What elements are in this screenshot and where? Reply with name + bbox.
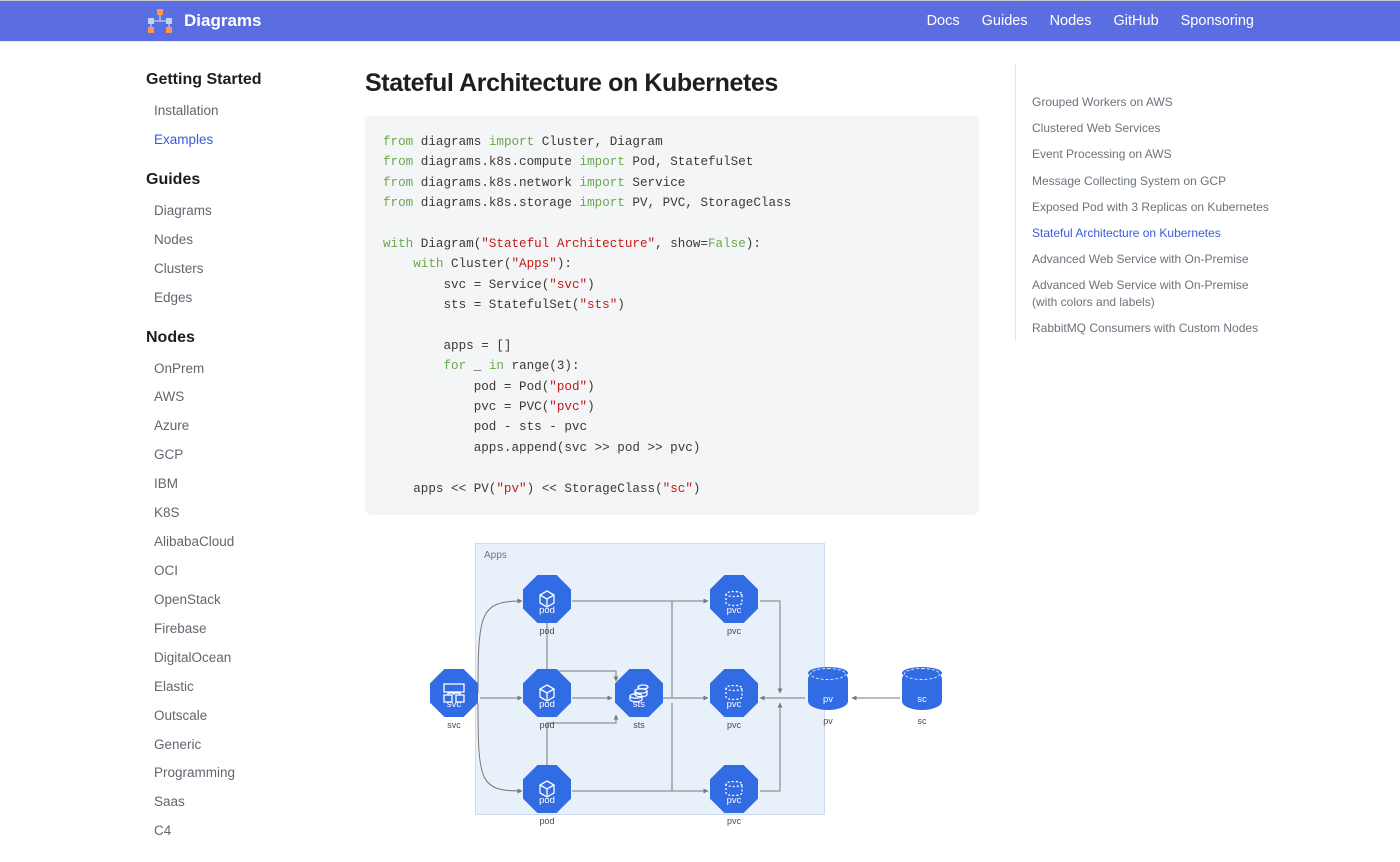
toc-item[interactable]: Advanced Web Service with On-Premise (wi… [1032, 272, 1270, 314]
sidebar-left: Getting Started InstallationExamples Guide… [130, 41, 365, 862]
sidebar-item-onprem[interactable]: OnPrem [146, 355, 353, 384]
toc-item[interactable]: Stateful Architecture on Kubernetes [1032, 220, 1270, 246]
sidebar-item-oci[interactable]: OCI [146, 557, 353, 586]
pod-icon [523, 765, 571, 813]
pvc-icon [710, 669, 758, 717]
page-title: Stateful Architecture on Kubernetes [365, 69, 979, 98]
nav-link-nodes[interactable]: Nodes [1050, 13, 1092, 29]
toc-item[interactable]: Message Collecting System on GCP [1032, 168, 1270, 194]
nav-right: Docs Guides Nodes GitHub Sponsoring [927, 13, 1254, 29]
pod-icon [523, 669, 571, 717]
brand[interactable]: Diagrams [146, 7, 261, 35]
node-pvc-1: pvc pvc [710, 575, 758, 636]
sidebar-heading: Nodes [146, 329, 353, 347]
toc-item[interactable]: Event Processing on AWS [1032, 141, 1270, 167]
sts-icon [615, 669, 663, 717]
nav-link-docs[interactable]: Docs [927, 13, 960, 29]
toc-item[interactable]: Grouped Workers on AWS [1032, 89, 1270, 115]
node-sts: sts sts [615, 669, 663, 730]
node-pod-1: pod pod [523, 575, 571, 636]
sidebar-item-saas[interactable]: Saas [146, 788, 353, 817]
sidebar-item-programming[interactable]: Programming [146, 759, 353, 788]
nav-link-sponsoring[interactable]: Sponsoring [1181, 13, 1254, 29]
logo-icon [146, 7, 174, 35]
node-pod-2: pod pod [523, 669, 571, 730]
pvc-icon [710, 765, 758, 813]
sc-icon [902, 670, 942, 710]
sidebar-item-aws[interactable]: AWS [146, 383, 353, 412]
node-svc: svc svc [430, 669, 478, 730]
toc-item[interactable]: Advanced Web Service with On-Premise [1032, 246, 1270, 272]
main-content: Stateful Architecture on Kubernetes from… [365, 41, 1015, 862]
node-pvc-3: pvc pvc [710, 765, 758, 826]
sidebar-item-openstack[interactable]: OpenStack [146, 586, 353, 615]
brand-text: Diagrams [184, 11, 261, 31]
sidebar-item-digitalocean[interactable]: DigitalOcean [146, 644, 353, 673]
diagram: Apps [420, 543, 960, 815]
sidebar-item-examples[interactable]: Examples [146, 126, 353, 155]
sidebar-item-outscale[interactable]: Outscale [146, 702, 353, 731]
toc-item[interactable]: Exposed Pod with 3 Replicas on Kubernete… [1032, 194, 1270, 220]
svc-icon [430, 669, 478, 717]
pvc-icon [710, 575, 758, 623]
toc-item[interactable]: RabbitMQ Consumers with Custom Nodes [1032, 315, 1270, 341]
node-pod-3: pod pod [523, 765, 571, 826]
nav-link-guides[interactable]: Guides [982, 13, 1028, 29]
sidebar-item-edges[interactable]: Edges [146, 284, 353, 313]
cluster-label: Apps [484, 550, 507, 561]
node-pv: pv pv [808, 670, 848, 726]
sidebar-item-firebase[interactable]: Firebase [146, 615, 353, 644]
sidebar-item-elastic[interactable]: Elastic [146, 673, 353, 702]
sidebar-heading: Getting Started [146, 71, 353, 89]
navbar: Diagrams Docs Guides Nodes GitHub Sponsoring [0, 1, 1400, 41]
sidebar-item-installation[interactable]: Installation [146, 97, 353, 126]
sidebar-item-clusters[interactable]: Clusters [146, 255, 353, 284]
toc: Grouped Workers on AWSClustered Web Serv… [1015, 65, 1270, 341]
node-sc: sc sc [902, 670, 942, 726]
nav-link-github[interactable]: GitHub [1114, 13, 1159, 29]
sidebar-item-generic[interactable]: Generic [146, 731, 353, 760]
node-pvc-2: pvc pvc [710, 669, 758, 730]
sidebar-item-k8s[interactable]: K8S [146, 499, 353, 528]
sidebar-item-nodes[interactable]: Nodes [146, 226, 353, 255]
pod-icon [523, 575, 571, 623]
pv-icon [808, 670, 848, 710]
sidebar-item-gcp[interactable]: GCP [146, 441, 353, 470]
sidebar-item-ibm[interactable]: IBM [146, 470, 353, 499]
sidebar-item-alibabacloud[interactable]: AlibabaCloud [146, 528, 353, 557]
sidebar-item-diagrams[interactable]: Diagrams [146, 197, 353, 226]
sidebar-item-azure[interactable]: Azure [146, 412, 353, 441]
code-block: from diagrams import Cluster, Diagram fr… [365, 116, 979, 515]
sidebar-item-c4[interactable]: C4 [146, 817, 353, 846]
toc-item[interactable]: Clustered Web Services [1032, 115, 1270, 141]
sidebar-heading: Guides [146, 171, 353, 189]
